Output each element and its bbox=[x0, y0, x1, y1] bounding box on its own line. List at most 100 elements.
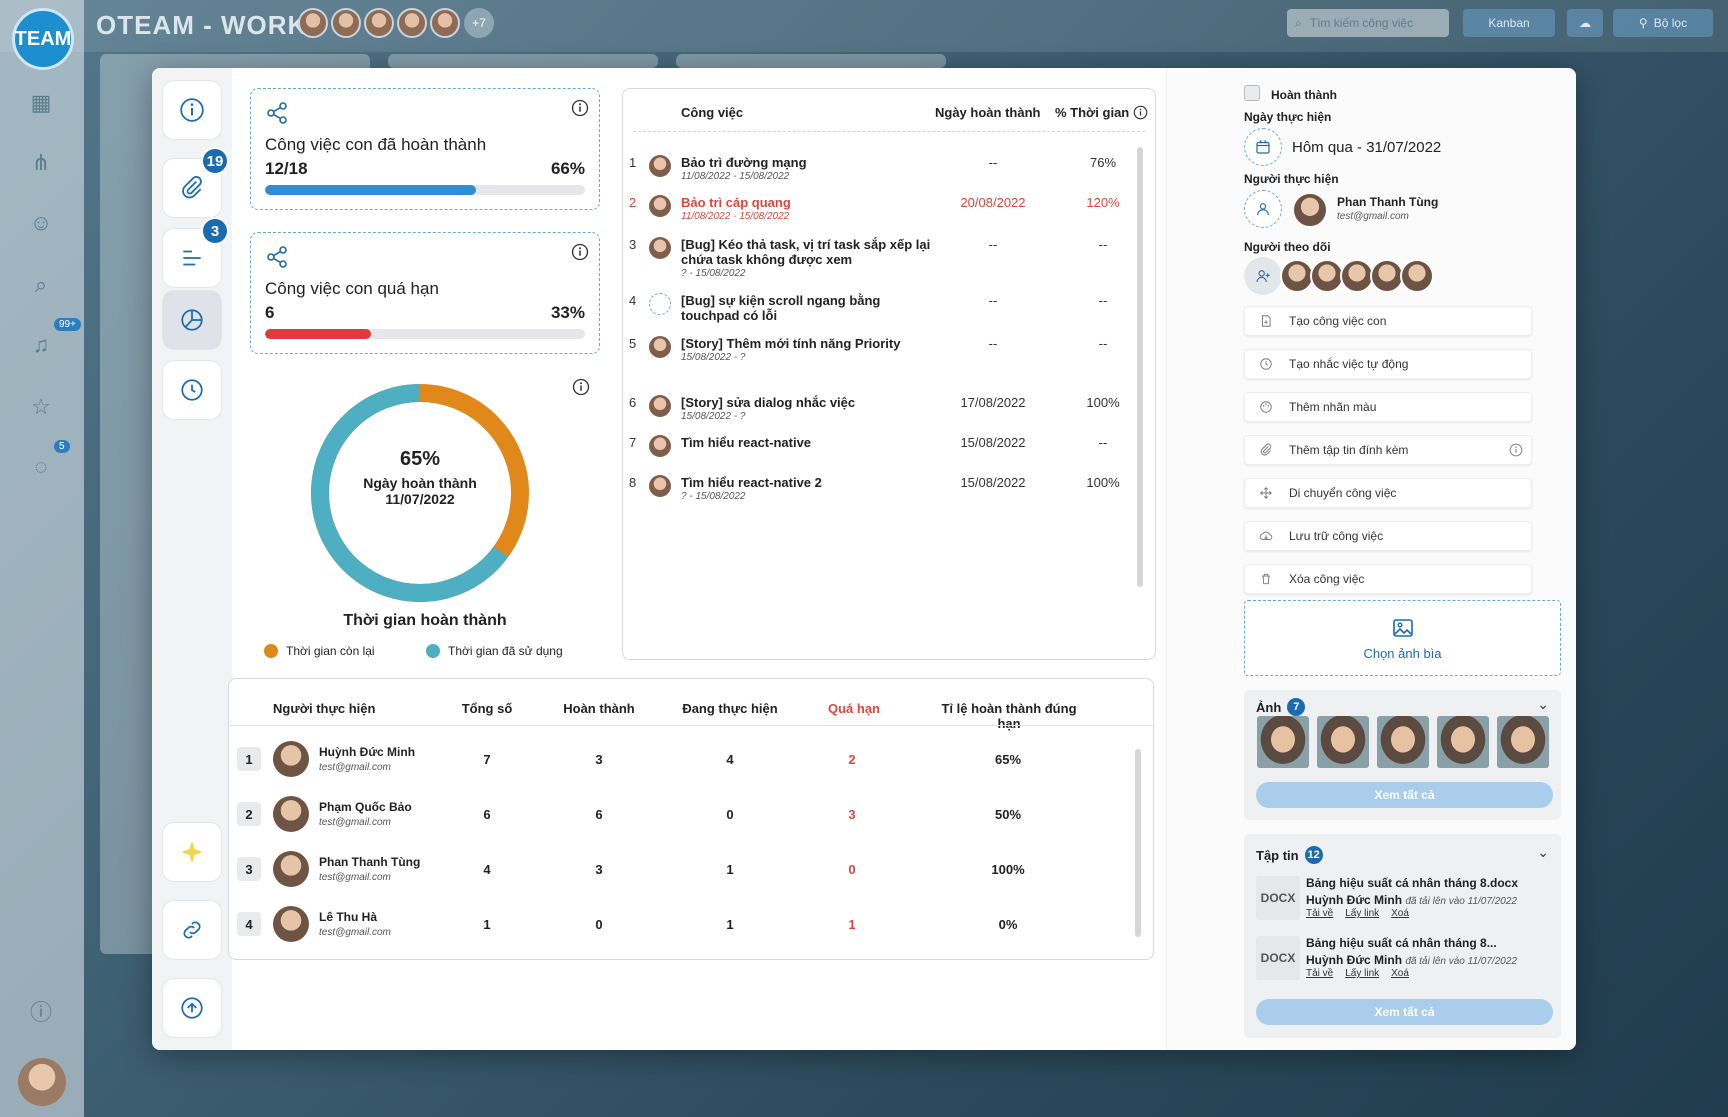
member-avatar[interactable] bbox=[397, 8, 427, 38]
task-name[interactable]: Bảo trì cáp quang bbox=[681, 195, 931, 210]
search-icon[interactable]: ⌕ bbox=[26, 270, 56, 300]
assignee-row[interactable]: 3 Phan Thanh Tùng test@gmail.com 4 3 1 0 100% bbox=[229, 843, 1153, 897]
history-tab[interactable] bbox=[162, 360, 222, 420]
assignee-avatar[interactable] bbox=[273, 741, 309, 777]
follower-avatar[interactable] bbox=[1370, 259, 1404, 293]
task-name[interactable]: Tìm hiểu react-native bbox=[681, 435, 931, 450]
member-avatar[interactable] bbox=[331, 8, 361, 38]
info-icon[interactable] bbox=[571, 99, 589, 117]
info-icon[interactable] bbox=[1509, 443, 1523, 457]
scrollbar[interactable] bbox=[1137, 147, 1143, 587]
assignee-row[interactable]: 4 Lê Thu Hà test@gmail.com 1 0 1 1 0% bbox=[229, 898, 1153, 952]
scrollbar[interactable] bbox=[1135, 749, 1141, 937]
assignee-avatar[interactable] bbox=[273, 851, 309, 887]
get-link[interactable]: Lấy link bbox=[1345, 968, 1379, 979]
attachments-tab[interactable]: 19 bbox=[162, 147, 229, 218]
assignee-avatar[interactable] bbox=[1292, 192, 1328, 228]
delete-task-action[interactable]: Xóa công việc bbox=[1244, 564, 1532, 594]
user-avatar[interactable] bbox=[18, 1058, 66, 1106]
follower-avatar[interactable] bbox=[1310, 259, 1344, 293]
subtasks-tab[interactable]: 3 bbox=[162, 217, 229, 288]
photo-thumbnail[interactable] bbox=[1317, 716, 1369, 768]
scroll-top-button[interactable] bbox=[162, 978, 222, 1038]
task-time-percent: 120% bbox=[1086, 195, 1120, 210]
create-subtask-action[interactable]: Tạo công việc con bbox=[1244, 306, 1532, 336]
get-link[interactable]: Lấy link bbox=[1345, 908, 1379, 919]
follower-avatar[interactable] bbox=[1400, 259, 1434, 293]
photo-thumbnail[interactable] bbox=[1257, 716, 1309, 768]
task-assignee-avatar[interactable] bbox=[649, 395, 671, 417]
info-tab[interactable] bbox=[162, 80, 222, 140]
kanban-button[interactable]: Kanban bbox=[1463, 9, 1555, 37]
chevron-down-icon[interactable]: ⌄ bbox=[1537, 844, 1549, 861]
info-icon[interactable] bbox=[571, 243, 589, 261]
move-task-action[interactable]: Di chuyển công việc bbox=[1244, 478, 1532, 508]
statistics-tab[interactable] bbox=[162, 290, 222, 350]
date-value[interactable]: Hôm qua - 31/07/2022 bbox=[1292, 139, 1441, 156]
add-follower-button[interactable] bbox=[1244, 257, 1282, 295]
ai-assist-button[interactable] bbox=[162, 822, 222, 882]
doing-count: 1 bbox=[726, 917, 734, 932]
bell-icon[interactable]: ♫ bbox=[26, 330, 56, 360]
cloud-icon[interactable]: ☁ bbox=[1567, 9, 1603, 37]
chevron-down-icon[interactable]: ⌄ bbox=[1537, 696, 1549, 713]
task-name[interactable]: [Bug] sự kiện scroll ngang bằng touchpad… bbox=[681, 293, 931, 323]
assignee-row[interactable]: 1 Huỳnh Đức Minh test@gmail.com 7 3 4 2 65% bbox=[229, 733, 1153, 787]
file-item[interactable]: DOCX Bảng hiệu suất cá nhân tháng 8.docx H… bbox=[1256, 876, 1526, 926]
task-name[interactable]: [Bug] Kéo thả task, vị trí task sắp xếp … bbox=[681, 237, 931, 267]
search-input[interactable]: ⌕ Tìm kiếm công việc bbox=[1287, 9, 1449, 37]
copy-link-button[interactable] bbox=[162, 900, 222, 960]
filter-button[interactable]: ⚲ Bộ lọc bbox=[1613, 9, 1713, 37]
users-icon[interactable]: ☺ bbox=[26, 208, 56, 238]
see-all-photos-button[interactable]: Xem tất cả bbox=[1256, 782, 1553, 808]
follower-avatar[interactable] bbox=[1280, 259, 1314, 293]
assignee-avatar[interactable] bbox=[273, 906, 309, 942]
download-link[interactable]: Tải về bbox=[1306, 968, 1333, 979]
member-overflow[interactable]: +7 bbox=[464, 8, 494, 38]
follower-avatar[interactable] bbox=[1340, 259, 1374, 293]
task-assignee-avatar[interactable] bbox=[649, 237, 671, 259]
file-name[interactable]: Bảng hiệu suất cá nhân tháng 8.docx bbox=[1306, 876, 1518, 890]
add-attachment-action[interactable]: Thêm tập tin đính kèm bbox=[1244, 435, 1532, 465]
member-avatar[interactable] bbox=[430, 8, 460, 38]
delete-file-link[interactable]: Xoá bbox=[1391, 968, 1409, 979]
task-assignee-avatar[interactable] bbox=[649, 155, 671, 177]
complete-checkbox[interactable] bbox=[1244, 85, 1260, 101]
see-all-files-button[interactable]: Xem tất cả bbox=[1256, 999, 1553, 1025]
task-assignee-avatar[interactable] bbox=[649, 435, 671, 457]
member-avatar[interactable] bbox=[298, 8, 328, 38]
star-icon[interactable]: ☆ bbox=[26, 392, 56, 422]
info-icon[interactable] bbox=[1133, 105, 1148, 120]
task-assignee-avatar[interactable] bbox=[649, 195, 671, 217]
assign-button[interactable] bbox=[1244, 190, 1282, 228]
task-assignee-avatar[interactable] bbox=[649, 475, 671, 497]
workflow-icon[interactable]: ⋔ bbox=[26, 148, 56, 178]
overdue-count: 2 bbox=[848, 752, 856, 767]
calendar-button[interactable] bbox=[1244, 128, 1282, 166]
task-assignee-avatar[interactable] bbox=[649, 293, 671, 315]
add-label-action[interactable]: Thêm nhãn màu bbox=[1244, 392, 1532, 422]
archive-task-action[interactable]: Lưu trữ công việc bbox=[1244, 521, 1532, 551]
photo-thumbnail[interactable] bbox=[1437, 716, 1489, 768]
task-name[interactable]: [Story] sửa dialog nhắc việc bbox=[681, 395, 931, 410]
info-icon[interactable]: ⓘ bbox=[26, 996, 56, 1026]
task-assignee-avatar[interactable] bbox=[649, 336, 671, 358]
download-link[interactable]: Tải về bbox=[1306, 908, 1333, 919]
file-name[interactable]: Bảng hiệu suất cá nhân tháng 8... bbox=[1306, 936, 1497, 950]
assignee-avatar[interactable] bbox=[273, 796, 309, 832]
photo-thumbnail[interactable] bbox=[1377, 716, 1429, 768]
create-reminder-action[interactable]: Tạo nhắc việc tự động bbox=[1244, 349, 1532, 379]
task-name[interactable]: Bảo trì đường mạng bbox=[681, 155, 931, 170]
task-name[interactable]: Tìm hiểu react-native 2 bbox=[681, 475, 931, 490]
assignee-row[interactable]: 2 Phạm Quốc Bảo test@gmail.com 6 6 0 3 50% bbox=[229, 788, 1153, 842]
member-avatar[interactable] bbox=[364, 8, 394, 38]
dashboard-icon[interactable]: ▦ bbox=[26, 88, 56, 118]
file-item[interactable]: DOCX Bảng hiệu suất cá nhân tháng 8... Huỳ… bbox=[1256, 936, 1526, 986]
info-icon[interactable] bbox=[572, 378, 590, 396]
oteam-logo[interactable]: TEAM bbox=[12, 8, 74, 70]
chat-icon[interactable]: ◌ bbox=[26, 452, 56, 482]
choose-cover-button[interactable]: Chọn ảnh bìa bbox=[1244, 600, 1561, 676]
task-name[interactable]: [Story] Thêm mới tính năng Priority bbox=[681, 336, 931, 351]
delete-file-link[interactable]: Xoá bbox=[1391, 908, 1409, 919]
photo-thumbnail[interactable] bbox=[1497, 716, 1549, 768]
